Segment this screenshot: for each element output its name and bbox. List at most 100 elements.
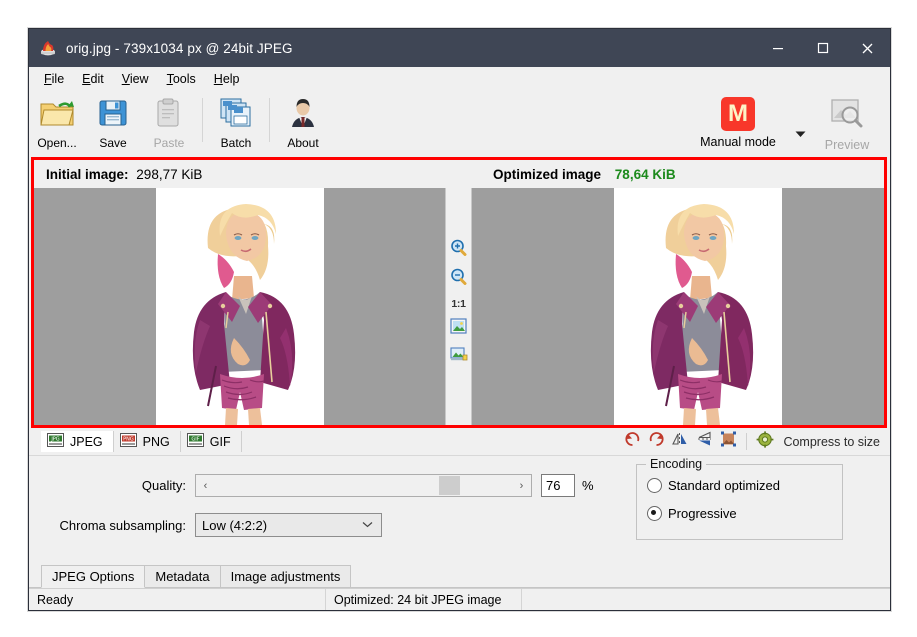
flip-vertical-icon[interactable]: [696, 431, 713, 452]
tab-metadata[interactable]: Metadata: [144, 565, 221, 587]
open-button-label: Open...: [37, 136, 77, 150]
manual-mode-button[interactable]: M Manual mode: [683, 94, 793, 149]
tab-jpeg[interactable]: JPG JPEG: [41, 431, 114, 452]
close-button[interactable]: [845, 29, 890, 67]
minimize-button[interactable]: [755, 29, 800, 67]
initial-image-label: Initial image:: [46, 166, 129, 182]
radio-progressive[interactable]: Progressive: [647, 506, 842, 521]
original-image-pane[interactable]: [34, 188, 445, 425]
desktop-background: orig.jpg - 739x1034 px @ 24bit JPEG File…: [0, 0, 917, 637]
application-window: orig.jpg - 739x1034 px @ 24bit JPEG File…: [28, 28, 891, 611]
gear-icon[interactable]: [756, 430, 774, 453]
resize-canvas-icon[interactable]: [720, 431, 737, 452]
menu-bar: File Edit View Tools Help: [29, 67, 890, 91]
toolbar-right-group: M Manual mode Preview: [683, 94, 882, 152]
preview-button[interactable]: Preview: [812, 94, 882, 152]
tools-separator: [746, 433, 748, 450]
compress-to-size-label[interactable]: Compress to size: [783, 435, 880, 449]
tab-png[interactable]: PNG PNG: [114, 431, 181, 452]
menu-item-edit[interactable]: Edit: [73, 70, 113, 88]
optimized-image-pane[interactable]: [472, 188, 884, 425]
jpeg-badge-icon: JPG: [47, 433, 64, 450]
preview-zoom-toolstrip: 1:1: [445, 188, 472, 425]
quality-slider[interactable]: ‹ ›: [195, 474, 532, 497]
window-controls: [755, 29, 890, 67]
about-button[interactable]: About: [275, 94, 331, 150]
manual-mode-label: Manual mode: [700, 135, 776, 149]
fit-image-icon[interactable]: [450, 318, 467, 339]
quality-value-input[interactable]: 76: [541, 474, 575, 497]
save-button[interactable]: Save: [85, 94, 141, 150]
app-flame-icon: [39, 39, 57, 57]
window-title: orig.jpg - 739x1034 px @ 24bit JPEG: [66, 40, 293, 56]
fit-window-icon[interactable]: [449, 346, 468, 367]
svg-text:PNG: PNG: [123, 437, 134, 443]
toolbar-separator-1: [202, 98, 203, 142]
tab-gif[interactable]: GIF GIF: [181, 431, 242, 452]
open-folder-icon: [39, 97, 75, 134]
menu-item-file[interactable]: File: [35, 70, 73, 88]
about-person-icon: [288, 97, 318, 134]
batch-files-icon: [219, 97, 253, 134]
optimized-image-label: Optimized image: [493, 166, 602, 182]
optimized-image-preview: [614, 188, 782, 425]
tab-image-adjustments[interactable]: Image adjustments: [219, 565, 352, 587]
compare-area-highlight: Initial image: 298,77 KiB Optimized imag…: [31, 157, 887, 428]
preview-magnifier-icon: [830, 97, 864, 134]
format-tab-row: JPG JPEG PNG PNG GIF GIF Compress to siz…: [29, 428, 890, 456]
radio-standard-optimized[interactable]: Standard optimized: [647, 478, 842, 493]
radio-standard-optimized-label: Standard optimized: [668, 478, 781, 493]
chroma-subsampling-select[interactable]: Low (4:2:2): [195, 513, 382, 537]
slider-thumb[interactable]: [439, 476, 460, 495]
batch-button-label: Batch: [220, 136, 252, 150]
quality-row: Quality: ‹ › 76 %: [29, 474, 594, 497]
menu-help-rest: elp: [222, 71, 240, 86]
maximize-button[interactable]: [800, 29, 845, 67]
status-center: Optimized: 24 bit JPEG image: [326, 589, 522, 610]
menu-item-tools[interactable]: Tools: [158, 70, 205, 88]
svg-text:JPG: JPG: [50, 437, 59, 443]
original-image-preview: [155, 188, 324, 425]
zoom-in-icon[interactable]: [450, 239, 467, 261]
menu-tools-rest: ools: [172, 71, 196, 86]
slider-left-arrow[interactable]: ‹: [197, 480, 214, 492]
gif-badge-icon: GIF: [186, 433, 204, 450]
chroma-selected-value: Low (4:2:2): [202, 517, 268, 533]
jpeg-options-panel: Quality: ‹ › 76 % Chroma subsampling: Lo…: [29, 456, 890, 563]
initial-image-size: 298,77 KiB: [136, 166, 203, 182]
open-button[interactable]: Open...: [29, 94, 85, 150]
batch-button[interactable]: Batch: [208, 94, 264, 150]
slider-right-arrow[interactable]: ›: [513, 480, 530, 492]
tab-jpeg-options[interactable]: JPEG Options: [41, 565, 146, 588]
zoom-actual-size[interactable]: 1:1: [451, 298, 466, 310]
menu-file-rest: ile: [51, 71, 65, 86]
preview-button-label: Preview: [824, 138, 870, 152]
chevron-down-icon[interactable]: [795, 125, 806, 143]
image-tools-group: Compress to size: [624, 430, 880, 453]
quality-percent-label: %: [582, 478, 594, 493]
chroma-label: Chroma subsampling:: [59, 517, 186, 533]
menu-item-help[interactable]: Help: [205, 70, 249, 88]
tab-png-label: PNG: [142, 434, 170, 449]
paste-clipboard-icon: [154, 97, 184, 134]
zoom-out-icon[interactable]: [450, 268, 467, 290]
initial-image-info: Initial image: 298,77 KiB: [34, 167, 471, 182]
options-left-column: Quality: ‹ › 76 % Chroma subsampling: Lo…: [29, 474, 594, 553]
rotate-right-icon[interactable]: [648, 431, 665, 452]
menu-item-view[interactable]: View: [113, 70, 158, 88]
menu-edit-rest: dit: [90, 71, 104, 86]
tab-gif-label: GIF: [209, 434, 231, 449]
save-button-label: Save: [99, 136, 127, 150]
chevron-down-icon: [362, 520, 373, 531]
status-bar: Ready Optimized: 24 bit JPEG image: [29, 588, 890, 610]
compare-header: Initial image: 298,77 KiB Optimized imag…: [34, 160, 884, 188]
encoding-group-title: Encoding: [646, 457, 707, 471]
radio-progressive-button[interactable]: [647, 506, 662, 521]
bottom-tab-bar: JPEG Options Metadata Image adjustments: [29, 563, 890, 588]
flip-horizontal-icon[interactable]: [672, 431, 689, 452]
about-button-label: About: [287, 136, 319, 150]
encoding-groupbox: Encoding Standard optimized Progressive: [636, 457, 843, 540]
radio-standard-optimized-button[interactable]: [647, 478, 662, 493]
paste-button[interactable]: Paste: [141, 94, 197, 150]
rotate-left-icon[interactable]: [624, 431, 641, 452]
